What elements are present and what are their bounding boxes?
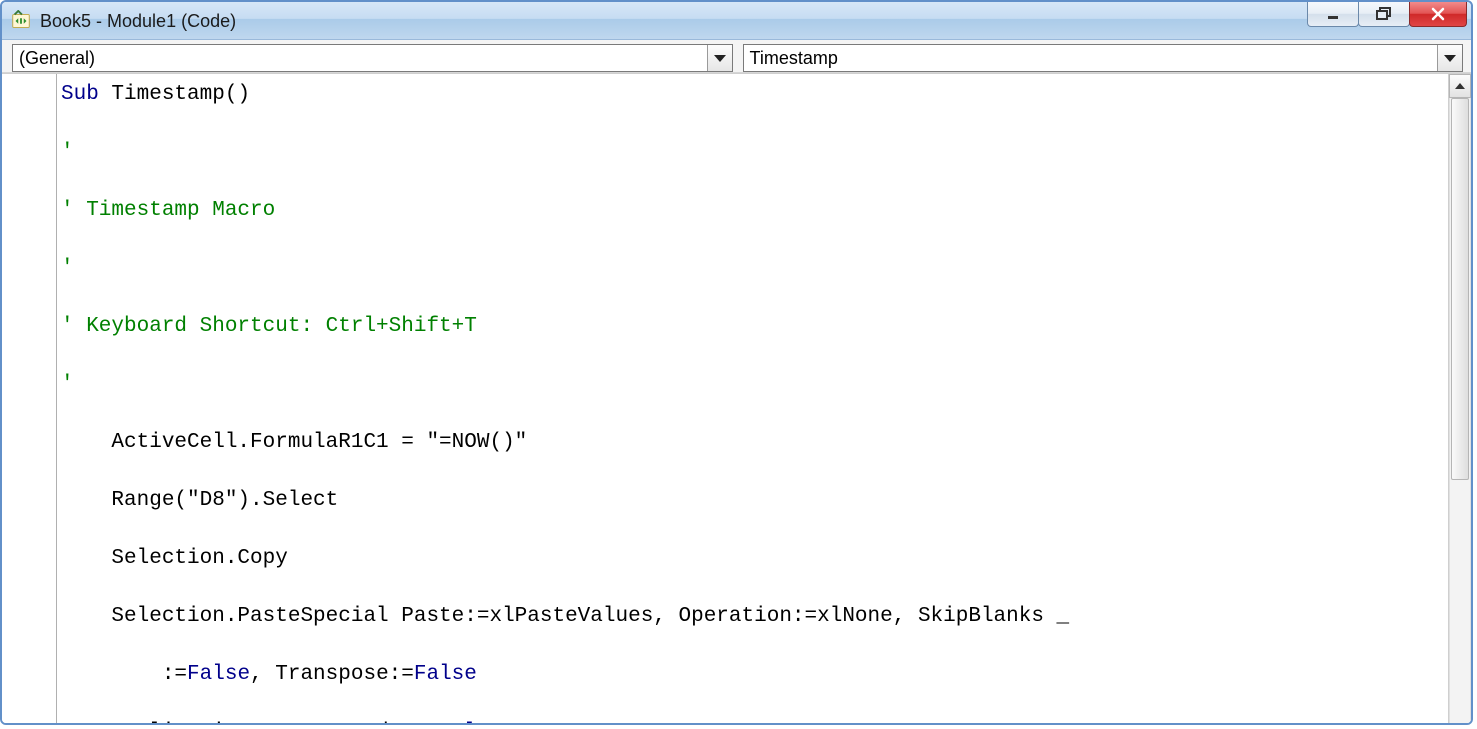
chevron-down-icon[interactable] bbox=[1437, 45, 1462, 71]
code-segment: False bbox=[187, 663, 250, 686]
code-line: :=False, Transpose:=False bbox=[61, 660, 1444, 689]
code-segment: ' bbox=[61, 373, 74, 396]
code-segment: Application.CutCopyMode = bbox=[61, 721, 439, 725]
module-icon bbox=[10, 10, 32, 32]
restore-button[interactable] bbox=[1358, 2, 1410, 27]
procedure-combo[interactable]: Timestamp bbox=[743, 44, 1464, 72]
titlebar: Book5 - Module1 (Code) bbox=[2, 2, 1471, 40]
code-line: ActiveCell.FormulaR1C1 = "=NOW()" bbox=[61, 428, 1444, 457]
procedure-combo-value: Timestamp bbox=[750, 48, 838, 69]
code-line: Application.CutCopyMode = False bbox=[61, 718, 1444, 725]
code-line: ' Keyboard Shortcut: Ctrl+Shift+T bbox=[61, 312, 1444, 341]
code-segment: ' Keyboard Shortcut: Ctrl+Shift+T bbox=[61, 315, 477, 338]
code-line: Sub Timestamp() bbox=[61, 80, 1444, 109]
code-editor[interactable]: Sub Timestamp() ' ' Timestamp Macro ' ' … bbox=[57, 74, 1448, 725]
code-segment: := bbox=[61, 663, 187, 686]
vertical-scrollbar[interactable] bbox=[1448, 74, 1471, 725]
code-line: Range("D8").Select bbox=[61, 486, 1444, 515]
vscroll-thumb[interactable] bbox=[1451, 98, 1469, 480]
margin-gutter bbox=[2, 74, 57, 725]
code-line: ' bbox=[61, 254, 1444, 283]
minimize-button[interactable] bbox=[1307, 2, 1359, 27]
window-controls bbox=[1308, 2, 1467, 39]
code-segment: Sub bbox=[61, 83, 111, 106]
code-segment: False bbox=[439, 721, 502, 725]
vscroll-track[interactable] bbox=[1449, 98, 1471, 725]
code-line: ' Timestamp Macro bbox=[61, 196, 1444, 225]
code-segment: Timestamp() bbox=[111, 83, 250, 106]
code-segment: Selection.PasteSpecial Paste:=xlPasteVal… bbox=[61, 605, 1069, 628]
selector-row: (General) Timestamp bbox=[2, 40, 1471, 73]
code-segment: ' Timestamp Macro bbox=[61, 199, 275, 222]
code-line: Selection.Copy bbox=[61, 544, 1444, 573]
close-button[interactable] bbox=[1409, 2, 1467, 27]
code-line: Selection.PasteSpecial Paste:=xlPasteVal… bbox=[61, 602, 1444, 631]
code-segment: ActiveCell.FormulaR1C1 = "=NOW()" bbox=[61, 431, 527, 454]
code-segment: False bbox=[414, 663, 477, 686]
chevron-down-icon[interactable] bbox=[707, 45, 732, 71]
client-area: Sub Timestamp() ' ' Timestamp Macro ' ' … bbox=[2, 73, 1471, 725]
code-segment: Selection.Copy bbox=[61, 547, 288, 570]
object-combo[interactable]: (General) bbox=[12, 44, 733, 72]
window-title: Book5 - Module1 (Code) bbox=[40, 2, 1308, 40]
code-segment: Range("D8").Select bbox=[61, 489, 338, 512]
code-line: ' bbox=[61, 370, 1444, 399]
code-window: Book5 - Module1 (Code) (General) bbox=[0, 0, 1473, 725]
object-combo-value: (General) bbox=[19, 48, 95, 69]
code-segment: ' bbox=[61, 257, 74, 280]
code-line: ' bbox=[61, 138, 1444, 167]
scroll-up-icon[interactable] bbox=[1449, 74, 1471, 98]
code-segment: , Transpose:= bbox=[250, 663, 414, 686]
code-segment: ' bbox=[61, 141, 74, 164]
